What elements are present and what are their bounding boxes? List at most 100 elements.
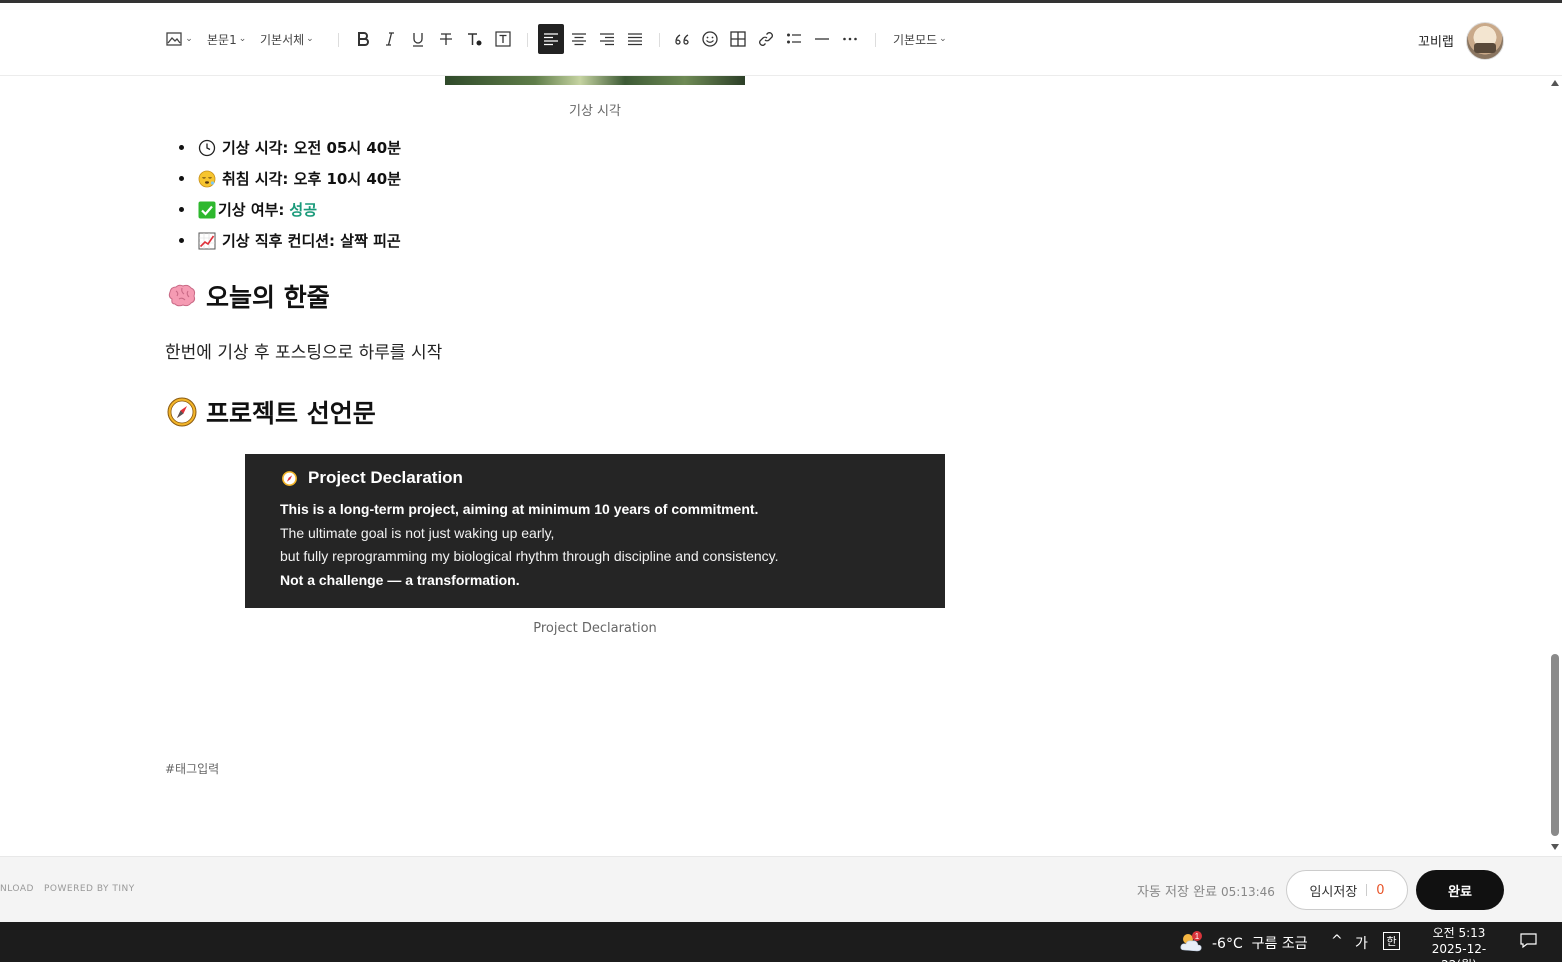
scroll-up-arrow-icon[interactable] (1551, 80, 1559, 86)
windows-taskbar: 1 -6°C 구름 조금 ^ 가 한 오전 5:13 2025-12-22(월) (0, 922, 1562, 972)
list-item-label: 취침 시각: 오후 10시 40분 (222, 170, 402, 188)
declaration-image[interactable]: Project Declaration This is a long-term … (245, 454, 945, 608)
underline-button[interactable] (405, 24, 431, 54)
paragraph-style-dropdown[interactable]: 본문1 ⌄ (207, 24, 246, 54)
notification-icon[interactable] (1520, 933, 1537, 949)
font-family-dropdown[interactable]: 기본서체 ⌄ (260, 24, 314, 54)
status-list: 기상 시각: 오전 05시 40분 취침 시각: 오후 10시 40분 기상 여… (178, 132, 402, 256)
weather-badge: 1 (1195, 932, 1200, 941)
editor-mode-dropdown[interactable]: 기본모드 ⌄ (893, 24, 947, 54)
link-icon (759, 32, 773, 46)
heading-text: 오늘의 한줄 (206, 283, 330, 312)
editor-mode-label: 기본모드 (893, 32, 938, 47)
chevron-down-icon: ⌄ (939, 34, 947, 44)
bullet-list-icon (787, 33, 801, 44)
horizontal-line-button[interactable] (809, 24, 835, 54)
toolbar-divider (338, 33, 339, 47)
declaration-line: Not a challenge — a transformation. (280, 572, 520, 588)
table-button[interactable] (725, 24, 751, 54)
weather-text[interactable]: -6°C 구름 조금 (1212, 933, 1308, 953)
align-center-icon (572, 33, 586, 46)
input-language[interactable]: 가 (1355, 933, 1368, 953)
image-caption[interactable]: 기상 시각 (445, 100, 745, 119)
quote-button[interactable] (669, 24, 695, 54)
align-center-button[interactable] (566, 24, 592, 54)
more-options-button[interactable] (837, 24, 863, 54)
wake-up-photo[interactable] (445, 76, 745, 85)
align-right-icon (600, 33, 614, 46)
link-button[interactable] (753, 24, 779, 54)
avatar[interactable] (1466, 22, 1504, 60)
editor-footer: NLOAD POWERED BY TINY 자동 저장 완료 05:13:46 임… (0, 856, 1562, 923)
list-item: 기상 직후 컨디션: 살짝 피곤 (178, 225, 401, 256)
declaration-line: but fully reprogramming my biological rh… (280, 548, 779, 564)
emoji-button[interactable] (697, 24, 723, 54)
editor-content[interactable]: 기상 시각 기상 시각: 오전 05시 40분 취침 시각: 오후 10시 40… (0, 76, 1548, 856)
draft-count[interactable]: 0 (1376, 883, 1384, 898)
align-justify-button[interactable] (622, 24, 648, 54)
vertical-scrollbar[interactable] (1548, 76, 1562, 856)
brain-icon (166, 280, 198, 312)
scrollbar-thumb[interactable] (1551, 654, 1559, 836)
check-mark-icon (198, 201, 216, 219)
strikethrough-icon (440, 33, 452, 45)
chevron-down-icon: ⌄ (306, 34, 314, 44)
tray-expand-chevron[interactable]: ^ (1331, 933, 1343, 949)
ime-mode[interactable]: 한 (1383, 932, 1400, 950)
text-background-button[interactable] (490, 24, 516, 54)
bullet-list-button[interactable] (781, 24, 807, 54)
text-color-button[interactable] (461, 24, 487, 54)
clock-time[interactable]: 오전 5:13 (1416, 924, 1502, 941)
image-icon (166, 32, 182, 46)
text-color-icon (468, 33, 482, 46)
font-family-label: 기본서체 (260, 32, 305, 47)
list-item-label: 기상 시각: 오전 05시 40분 (222, 139, 402, 157)
user-name[interactable]: 꼬비랩 (1418, 31, 1454, 50)
align-justify-icon (628, 33, 642, 46)
strikethrough-button[interactable] (433, 24, 459, 54)
save-draft-button[interactable]: 임시저장 0 (1286, 870, 1408, 910)
declaration-title: Project Declaration (281, 468, 463, 488)
horizontal-line-icon (815, 38, 829, 40)
sleeping-face-icon (198, 170, 216, 188)
declaration-line: This is a long-term project, aiming at m… (280, 501, 759, 517)
heading-declaration: 프로젝트 선언문 (166, 394, 376, 430)
list-item: 기상 시각: 오전 05시 40분 (178, 132, 402, 163)
smiley-icon (702, 31, 718, 47)
italic-button[interactable] (377, 24, 403, 54)
autosave-label: 자동 저장 완료 (1137, 885, 1218, 900)
chevron-down-icon: ⌄ (185, 34, 193, 44)
align-right-button[interactable] (594, 24, 620, 54)
clock-date[interactable]: 2025-12-22(월) (1414, 942, 1504, 973)
quote-icon (675, 34, 689, 45)
autosave-status: 자동 저장 완료 05:13:46 (1137, 881, 1275, 900)
weather-cloud-icon[interactable]: 1 (1178, 930, 1204, 954)
heading-text: 프로젝트 선언문 (206, 399, 376, 428)
list-item: 기상 여부: 성공 (178, 194, 401, 225)
toolbar-divider (659, 33, 660, 47)
bold-button[interactable] (350, 24, 376, 54)
powered-by-link[interactable]: POWERED BY TINY (44, 884, 135, 894)
image-caption[interactable]: Project Declaration (445, 621, 745, 636)
scroll-down-arrow-icon[interactable] (1551, 844, 1559, 850)
bold-icon (358, 32, 369, 46)
align-left-icon (544, 33, 558, 46)
table-icon (730, 31, 746, 47)
tag-input[interactable]: #태그입력 (165, 760, 219, 777)
success-value: 성공 (289, 201, 318, 219)
insert-image-button[interactable]: ⌄ (164, 24, 194, 54)
compass-icon (281, 470, 298, 487)
list-item: 취침 시각: 오후 10시 40분 (178, 163, 402, 194)
list-item-label: 기상 직후 컨디션: 살짝 피곤 (222, 232, 401, 250)
save-draft-label: 임시저장 (1309, 884, 1358, 900)
declaration-line: The ultimate goal is not just waking up … (280, 525, 555, 541)
clock-icon (198, 139, 216, 157)
chevron-down-icon: ⌄ (238, 34, 247, 44)
align-left-button[interactable] (538, 24, 564, 54)
italic-icon (386, 32, 394, 46)
chart-increasing-icon (198, 232, 216, 250)
toolbar-divider (875, 33, 876, 47)
download-link[interactable]: NLOAD (0, 884, 34, 894)
underline-icon (413, 33, 423, 47)
publish-done-button[interactable]: 완료 (1416, 870, 1504, 910)
